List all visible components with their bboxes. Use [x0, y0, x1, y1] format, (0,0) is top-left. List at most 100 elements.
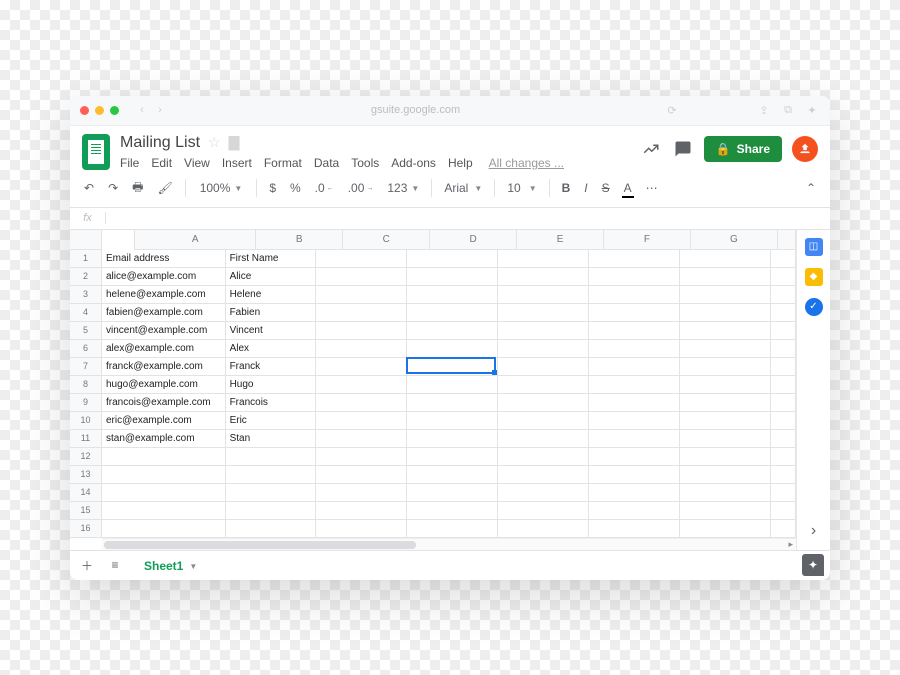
cell[interactable]: [407, 376, 498, 394]
row-header[interactable]: 11: [70, 430, 102, 448]
cell[interactable]: [589, 304, 680, 322]
decrease-decimal-button[interactable]: .0←: [311, 179, 338, 197]
cell[interactable]: Eric: [226, 412, 317, 430]
cell[interactable]: [589, 322, 680, 340]
cell[interactable]: Alice: [226, 268, 317, 286]
activity-icon[interactable]: [640, 138, 662, 160]
collapse-toolbar-icon[interactable]: ⌃: [802, 179, 820, 197]
cell[interactable]: [498, 394, 589, 412]
sheets-logo-icon[interactable]: [82, 134, 110, 170]
paint-format-icon[interactable]: 🖌: [153, 179, 176, 197]
cell[interactable]: [102, 502, 226, 520]
cell[interactable]: [316, 304, 407, 322]
cell[interactable]: [407, 520, 498, 538]
redo-icon[interactable]: ↷: [104, 179, 122, 197]
cell[interactable]: [316, 430, 407, 448]
maximize-window-icon[interactable]: [110, 106, 119, 115]
print-icon[interactable]: 🖶: [128, 176, 147, 201]
cell[interactable]: [498, 412, 589, 430]
cell[interactable]: [407, 430, 498, 448]
column-header[interactable]: D: [430, 230, 517, 250]
share-button[interactable]: 🔒 Share: [704, 136, 782, 162]
cell[interactable]: [226, 448, 317, 466]
cell[interactable]: [589, 466, 680, 484]
cell[interactable]: [589, 412, 680, 430]
cell[interactable]: [589, 268, 680, 286]
row-header[interactable]: 9: [70, 394, 102, 412]
more-tools-button[interactable]: ⋯: [642, 179, 662, 197]
cell[interactable]: [680, 412, 771, 430]
cell[interactable]: [498, 376, 589, 394]
cell[interactable]: Alex: [226, 340, 317, 358]
cell[interactable]: [407, 268, 498, 286]
cell[interactable]: [771, 430, 796, 448]
cell[interactable]: [680, 322, 771, 340]
column-header[interactable]: F: [604, 230, 691, 250]
cell[interactable]: [680, 430, 771, 448]
cell[interactable]: [316, 268, 407, 286]
sheet-tab[interactable]: Sheet1 ▼: [132, 553, 209, 577]
cell[interactable]: [680, 268, 771, 286]
cell[interactable]: Francois: [226, 394, 317, 412]
cell[interactable]: Hugo: [226, 376, 317, 394]
cell[interactable]: vincent@example.com: [102, 322, 226, 340]
cell[interactable]: [498, 448, 589, 466]
select-all-corner[interactable]: [70, 230, 102, 250]
menu-file[interactable]: File: [120, 156, 139, 170]
row-header[interactable]: 13: [70, 466, 102, 484]
calendar-icon[interactable]: ◫: [805, 238, 823, 256]
cell[interactable]: [102, 466, 226, 484]
font-size-select[interactable]: 10▼: [503, 179, 540, 197]
cell[interactable]: [498, 430, 589, 448]
cell[interactable]: stan@example.com: [102, 430, 226, 448]
text-color-button[interactable]: A: [620, 179, 636, 197]
comments-icon[interactable]: [672, 138, 694, 160]
folder-icon[interactable]: ▇: [229, 134, 240, 151]
cell[interactable]: Franck: [226, 358, 317, 376]
row-header[interactable]: 12: [70, 448, 102, 466]
cell[interactable]: [771, 376, 796, 394]
cell[interactable]: francois@example.com: [102, 394, 226, 412]
cell[interactable]: [771, 394, 796, 412]
cell[interactable]: [226, 466, 317, 484]
row-header[interactable]: 3: [70, 286, 102, 304]
menu-edit[interactable]: Edit: [151, 156, 172, 170]
cell[interactable]: [498, 484, 589, 502]
spreadsheet-grid[interactable]: ABCDEFG 1Email addressFirst Name2alice@e…: [70, 230, 796, 550]
cell[interactable]: [680, 304, 771, 322]
bold-button[interactable]: B: [558, 179, 575, 197]
font-select[interactable]: Arial▼: [440, 179, 486, 197]
cell[interactable]: [316, 520, 407, 538]
increase-decimal-button[interactable]: .00→: [344, 179, 378, 197]
cell[interactable]: [680, 448, 771, 466]
menu-data[interactable]: Data: [314, 156, 339, 170]
cell[interactable]: [589, 340, 680, 358]
account-avatar[interactable]: [792, 136, 818, 162]
document-title[interactable]: Mailing List: [120, 134, 200, 152]
column-header[interactable]: A: [134, 230, 256, 250]
cell[interactable]: helene@example.com: [102, 286, 226, 304]
cell[interactable]: [316, 502, 407, 520]
row-header[interactable]: 16: [70, 520, 102, 538]
row-header[interactable]: 1: [70, 250, 102, 268]
cell[interactable]: [771, 358, 796, 376]
cell[interactable]: [680, 376, 771, 394]
cell[interactable]: Fabien: [226, 304, 317, 322]
star-icon[interactable]: ☆: [208, 134, 221, 151]
horizontal-scrollbar[interactable]: ▸: [102, 538, 796, 550]
cell[interactable]: [316, 358, 407, 376]
cell[interactable]: Vincent: [226, 322, 317, 340]
row-header[interactable]: 2: [70, 268, 102, 286]
cell[interactable]: fabien@example.com: [102, 304, 226, 322]
close-window-icon[interactable]: [80, 106, 89, 115]
column-header[interactable]: B: [256, 230, 343, 250]
tabs-icon[interactable]: ⧉: [780, 104, 796, 117]
cell[interactable]: [407, 484, 498, 502]
cell[interactable]: [771, 322, 796, 340]
cell[interactable]: [498, 304, 589, 322]
cell[interactable]: [316, 394, 407, 412]
nav-back-icon[interactable]: ‹: [135, 103, 149, 117]
row-header[interactable]: 7: [70, 358, 102, 376]
menu-addons[interactable]: Add-ons: [391, 156, 436, 170]
cell[interactable]: Stan: [226, 430, 317, 448]
